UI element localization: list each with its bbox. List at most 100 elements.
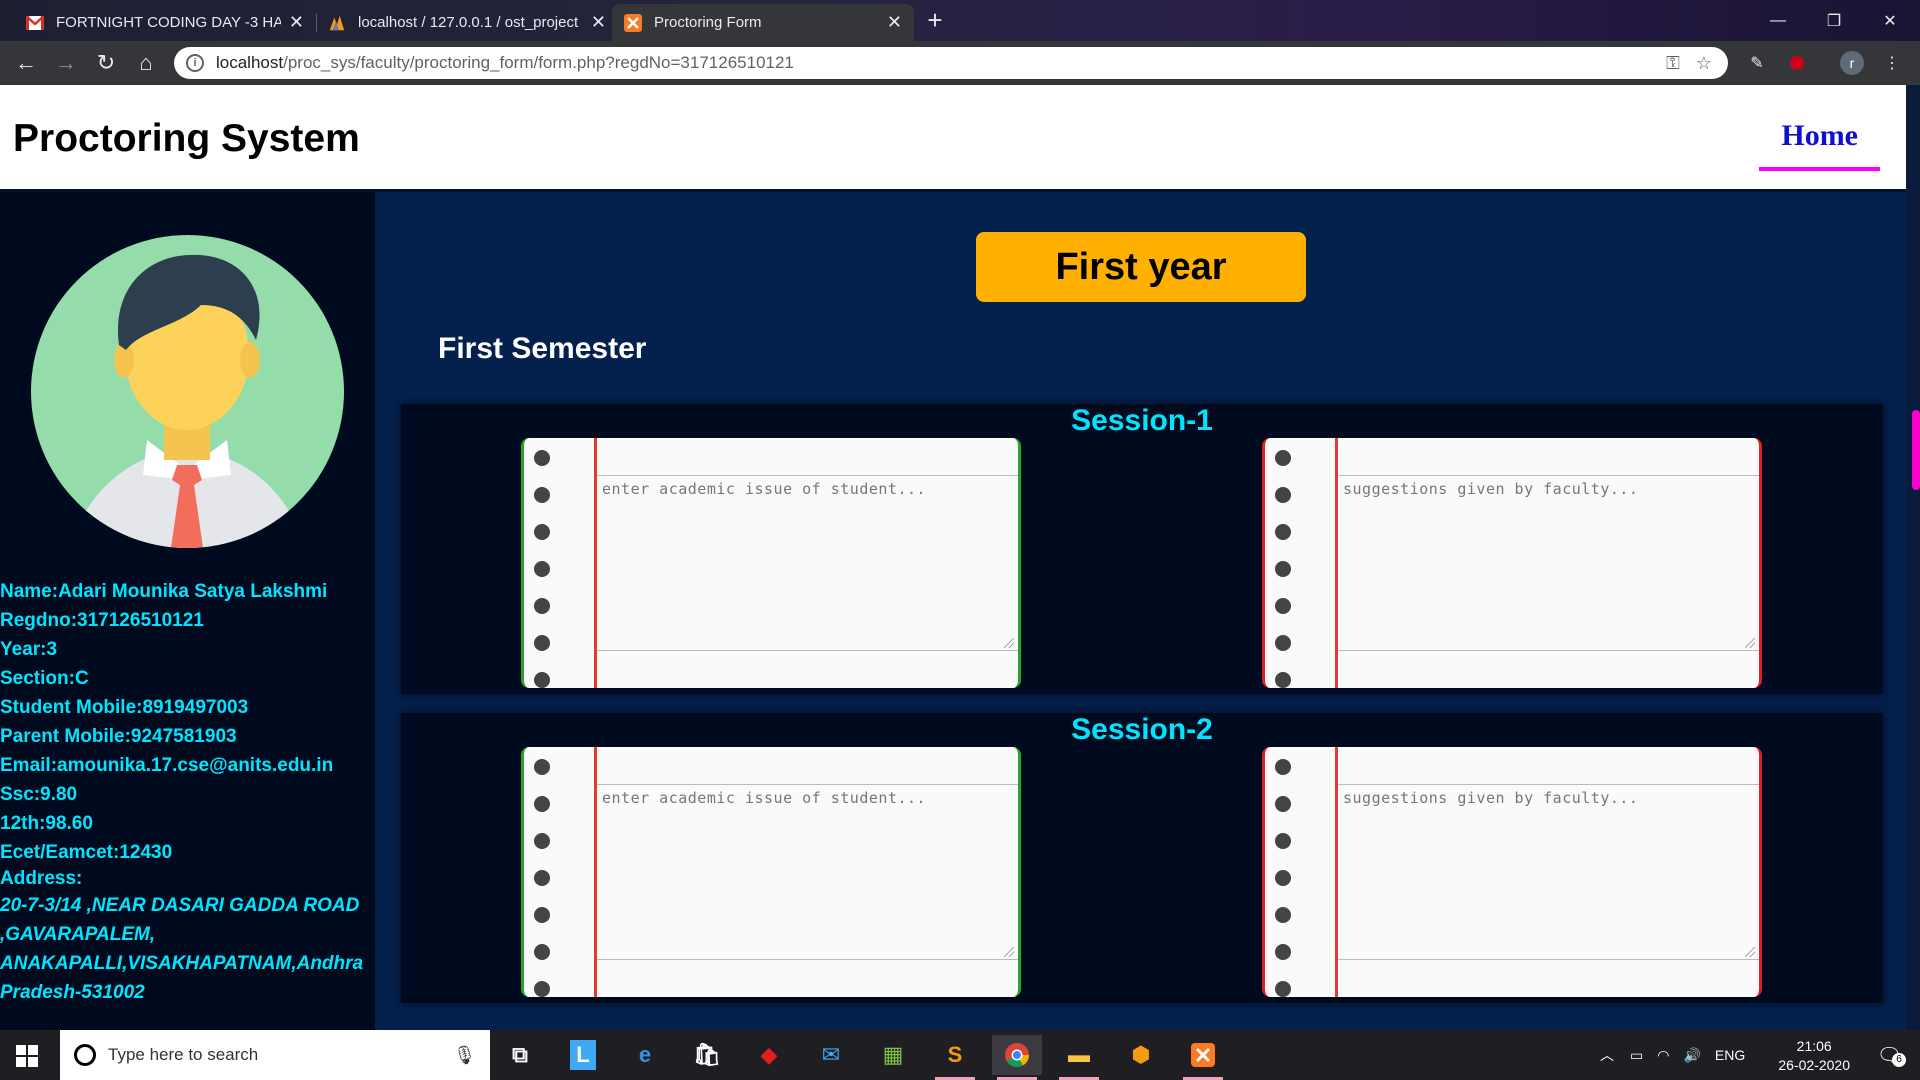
sublime-icon[interactable]: S <box>930 1035 980 1080</box>
restore-icon[interactable]: ❐ <box>1806 0 1862 41</box>
home-icon[interactable]: ⌂ <box>132 49 160 77</box>
parent-mobile: Parent Mobile:9247581903 <box>0 726 237 747</box>
academic-issue-textarea[interactable]: enter academic issue of student... <box>600 476 1014 649</box>
resize-grip-icon[interactable] <box>1004 638 1014 648</box>
task-view-icon[interactable]: ⧉ <box>495 1035 545 1075</box>
rule-line <box>597 959 1018 960</box>
student-email: Email:amounika.17.cse@anits.edu.in <box>0 755 334 776</box>
student-regdno: Regdno:317126510121 <box>0 610 204 631</box>
info-icon[interactable]: i <box>186 54 204 72</box>
close-tab-icon[interactable]: ✕ <box>591 12 606 33</box>
url-text[interactable]: localhost/proc_sys/faculty/proctoring_fo… <box>216 53 1666 73</box>
rule-line <box>1338 959 1759 960</box>
taskbar-search[interactable]: Type here to search 🎙 <box>60 1030 490 1080</box>
wifi-icon[interactable]: ◠ <box>1657 1047 1669 1064</box>
xampp-taskbar-icon[interactable] <box>1178 1035 1228 1080</box>
tab-title: FORTNIGHT CODING DAY -3 HAC <box>56 14 281 31</box>
binder-hole <box>534 796 550 812</box>
address-label: Address: <box>0 868 83 889</box>
address-bar[interactable]: i localhost/proc_sys/faculty/proctoring_… <box>174 47 1728 79</box>
microphone-icon[interactable]: 🎙 <box>453 1045 476 1066</box>
session-card: Session-1 enter academic issue of studen… <box>401 404 1883 694</box>
scrollbar-thumb[interactable] <box>1912 410 1920 490</box>
browser-tab-proctoring[interactable]: Proctoring Form ✕ <box>612 4 914 41</box>
notification-icon[interactable]: 🗨 6 <box>1877 1043 1906 1068</box>
close-tab-icon[interactable]: ✕ <box>887 12 902 33</box>
binder-hole <box>534 870 550 886</box>
student-address: 20-7-3/14 ,NEAR DASARI GADDA ROAD ,GAVAR… <box>0 895 364 1003</box>
browser-toolbar: ← → ↻ ⌂ i localhost/proc_sys/faculty/pro… <box>0 41 1920 85</box>
lync-app-icon[interactable]: L <box>558 1035 608 1075</box>
tab-title: Proctoring Form <box>654 14 762 31</box>
student-12th: 12th:98.60 <box>0 813 93 834</box>
site-header: Proctoring System Home <box>0 85 1906 192</box>
menu-icon[interactable]: ⋮ <box>1880 51 1904 75</box>
browser-tabstrip: FORTNIGHT CODING DAY -3 HAC ✕ localhost … <box>0 0 1920 41</box>
suggestion-notepad: suggestions given by faculty... <box>1262 438 1762 688</box>
session-card: Session-2 enter academic issue of studen… <box>401 713 1883 1003</box>
minimize-icon[interactable]: — <box>1750 0 1806 41</box>
chrome-icon[interactable] <box>992 1035 1042 1080</box>
page-scrollbar[interactable] <box>1906 85 1920 1030</box>
package-icon[interactable]: ⬢ <box>1116 1035 1166 1075</box>
resize-grip-icon[interactable] <box>1745 947 1755 957</box>
pen-extension-icon[interactable]: ✎ <box>1745 51 1769 75</box>
battery-icon[interactable]: ▭ <box>1630 1047 1643 1064</box>
mail-icon[interactable]: ✉ <box>806 1035 856 1075</box>
clock[interactable]: 21:06 26-02-2020 <box>1778 1037 1850 1075</box>
chevron-up-icon[interactable]: ︿ <box>1600 1045 1614 1065</box>
binder-hole <box>534 524 550 540</box>
new-tab-button[interactable]: + <box>920 6 950 36</box>
extension-icon[interactable] <box>1785 51 1809 75</box>
edge-icon[interactable]: e <box>620 1035 670 1075</box>
student-name: Name:Adari Mounika Satya Lakshmi <box>0 581 328 602</box>
binder-hole <box>534 450 550 466</box>
student-year: Year:3 <box>0 639 58 660</box>
year-button[interactable]: First year <box>976 232 1306 302</box>
tab-title: localhost / 127.0.0.1 / ost_project <box>358 14 579 31</box>
student-ecet: Ecet/Eamcet:12430 <box>0 842 173 863</box>
rule-line <box>1338 650 1759 651</box>
back-icon[interactable]: ← <box>12 49 40 77</box>
binder-hole <box>534 598 550 614</box>
close-window-icon[interactable]: ✕ <box>1862 0 1918 41</box>
reload-icon[interactable]: ↻ <box>92 49 120 77</box>
suggestion-textarea[interactable]: suggestions given by faculty... <box>1341 785 1755 958</box>
student-mobile: Student Mobile:8919497003 <box>0 697 249 718</box>
binder-hole <box>1275 981 1291 997</box>
key-icon[interactable]: ⚿ <box>1666 53 1680 74</box>
resize-grip-icon[interactable] <box>1745 638 1755 648</box>
binder-hole <box>534 487 550 503</box>
suggestion-textarea[interactable]: suggestions given by faculty... <box>1341 476 1755 649</box>
binder-hole <box>1275 450 1291 466</box>
home-link[interactable]: Home <box>1759 119 1880 171</box>
academic-issue-notepad: enter academic issue of student... <box>521 438 1021 688</box>
profile-avatar[interactable]: r <box>1840 51 1864 75</box>
file-explorer-icon[interactable]: ▬ <box>1054 1035 1104 1080</box>
binder-hole <box>1275 672 1291 688</box>
semester-title: First Semester <box>438 332 647 365</box>
star-icon[interactable]: ☆ <box>1696 53 1712 74</box>
close-tab-icon[interactable]: ✕ <box>289 12 304 33</box>
binder-hole <box>1275 759 1291 775</box>
brand-title: Proctoring System <box>13 117 360 160</box>
photos-icon[interactable]: ▦ <box>868 1035 918 1075</box>
language-indicator[interactable]: ENG <box>1715 1047 1745 1063</box>
binder-hole <box>1275 944 1291 960</box>
mcafee-icon[interactable]: ◆ <box>744 1035 794 1075</box>
store-icon[interactable]: 🛍 <box>682 1035 732 1075</box>
phpmyadmin-icon <box>328 14 346 32</box>
academic-issue-textarea[interactable]: enter academic issue of student... <box>600 785 1014 958</box>
web-page: Proctoring System Home Name:Adari Mounik… <box>0 85 1920 1030</box>
volume-icon[interactable]: 🔊 <box>1683 1047 1700 1064</box>
session-title: Session-2 <box>1071 713 1213 746</box>
binder-hole <box>534 635 550 651</box>
binder-hole <box>1275 907 1291 923</box>
windows-start-icon[interactable] <box>16 1045 38 1072</box>
proctoring-form: First year First Semester Session-1 ente… <box>375 192 1906 1030</box>
binder-hole <box>534 907 550 923</box>
resize-grip-icon[interactable] <box>1004 947 1014 957</box>
browser-tab-gmail[interactable]: FORTNIGHT CODING DAY -3 HAC ✕ <box>14 4 316 41</box>
browser-tab-phpmyadmin[interactable]: localhost / 127.0.0.1 / ost_project ✕ <box>316 4 618 41</box>
forward-icon[interactable]: → <box>52 49 80 77</box>
